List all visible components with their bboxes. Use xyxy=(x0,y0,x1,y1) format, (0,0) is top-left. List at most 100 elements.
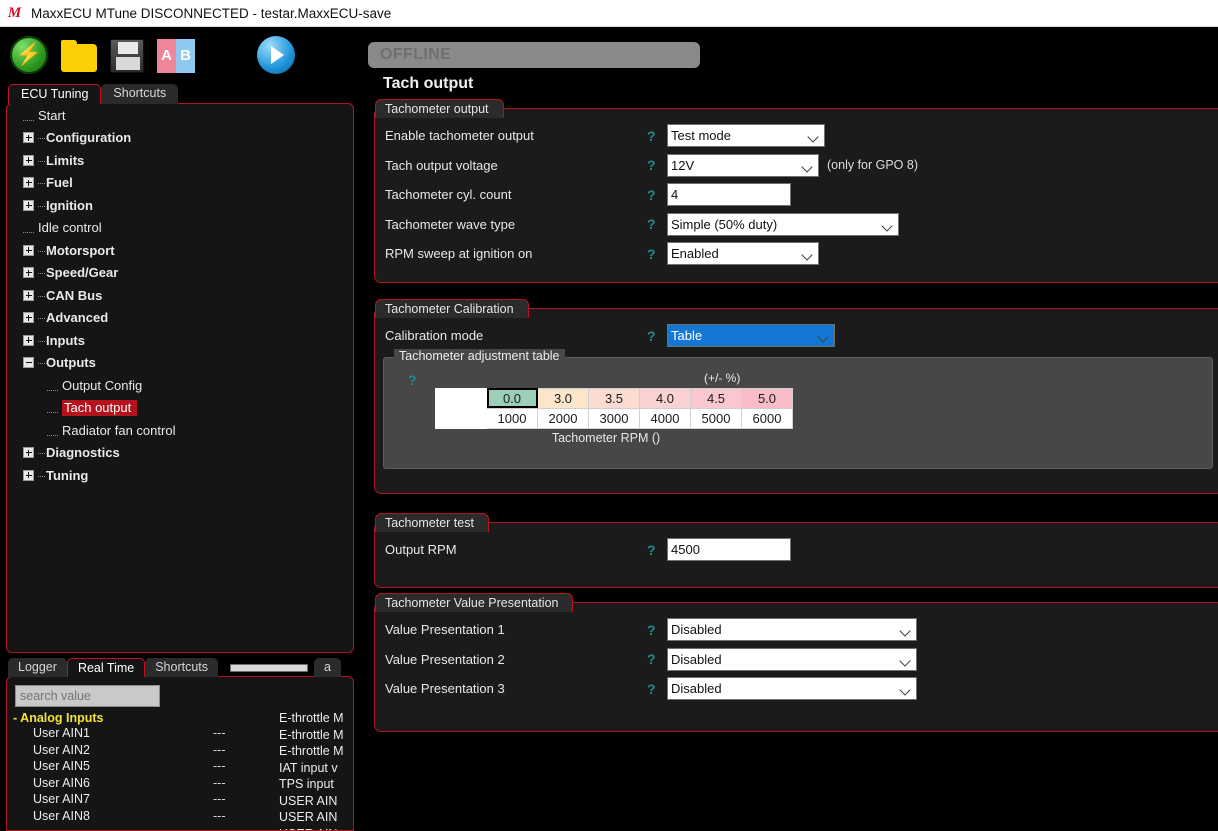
field-input[interactable] xyxy=(667,538,791,562)
tree-item-advanced[interactable]: Advanced xyxy=(7,307,353,330)
field-select[interactable]: Disabled xyxy=(667,647,917,671)
bottom-tab-real-time[interactable]: Real Time xyxy=(66,658,146,677)
tree-item-motorsport[interactable]: Motorsport xyxy=(7,239,353,262)
compare-icon[interactable]: A B xyxy=(157,39,195,73)
tree-item-speed-gear[interactable]: Speed/Gear xyxy=(7,262,353,285)
field-select[interactable]: Enabled xyxy=(667,242,819,266)
table-row-values: 0.0 3.0 3.5 4.0 4.5 5.0 xyxy=(435,387,793,409)
section-legend: Tachometer output xyxy=(375,99,504,118)
help-icon[interactable]: ? xyxy=(408,372,417,388)
tree-item-can-bus[interactable]: CAN Bus xyxy=(7,284,353,307)
list-item-secondary[interactable]: E-throttle M xyxy=(279,711,353,728)
help-icon[interactable]: ? xyxy=(647,622,667,638)
tree-item-diagnostics[interactable]: Diagnostics xyxy=(7,442,353,465)
list-item-secondary[interactable]: TPS input xyxy=(279,777,353,794)
list-item-name: User AIN2 xyxy=(33,742,90,757)
tree-item-outputs[interactable]: Outputs xyxy=(7,352,353,375)
search-input[interactable] xyxy=(15,685,160,707)
tree-item-fuel[interactable]: Fuel xyxy=(7,172,353,195)
list-item-name: User AIN7 xyxy=(33,792,90,807)
tree-item-limits[interactable]: Limits xyxy=(7,149,353,172)
field-select[interactable]: Simple (50% duty) xyxy=(667,212,899,236)
tab-shortcuts[interactable]: Shortcuts xyxy=(101,84,179,104)
field-select[interactable]: Disabled xyxy=(667,618,917,642)
bottom-tab-logger[interactable]: Logger xyxy=(8,658,67,677)
group-toggle-icon[interactable]: - xyxy=(13,711,17,725)
compare-b-label: B xyxy=(176,39,195,73)
field-row: Output RPM? xyxy=(375,535,1218,565)
field-select[interactable]: Disabled xyxy=(667,677,917,701)
list-item-name: User AIN5 xyxy=(33,759,90,774)
table-value-cell[interactable]: 3.0 xyxy=(537,387,589,409)
expand-icon[interactable] xyxy=(23,177,34,189)
help-icon[interactable]: ? xyxy=(647,128,667,144)
list-item-secondary[interactable]: IAT input v xyxy=(279,761,353,778)
tree-item-start[interactable]: Start xyxy=(7,104,353,127)
help-icon[interactable]: ? xyxy=(647,681,667,697)
collapse-icon[interactable] xyxy=(23,357,34,369)
expand-icon[interactable] xyxy=(23,289,34,301)
bottom-tab-shortcuts[interactable]: Shortcuts xyxy=(145,658,219,677)
help-icon[interactable]: ? xyxy=(647,246,667,262)
tree-item-inputs[interactable]: Inputs xyxy=(7,329,353,352)
table-axis-cell[interactable]: 5000 xyxy=(690,407,742,429)
bottom-tab-a[interactable]: a xyxy=(314,658,341,677)
table-axis-cell[interactable]: 3000 xyxy=(588,407,640,429)
navigation-tree[interactable]: Start Configuration Limits Fuel Ignition Idle… xyxy=(6,103,354,653)
table-value-cell[interactable]: 0.0 xyxy=(486,387,538,409)
help-icon[interactable]: ? xyxy=(647,542,667,558)
calibration-mode-select[interactable]: Table xyxy=(667,324,835,348)
table-value-cell[interactable]: 3.5 xyxy=(588,387,640,409)
tree-item-tuning[interactable]: Tuning xyxy=(7,464,353,487)
expand-icon[interactable] xyxy=(23,312,34,324)
help-icon[interactable]: ? xyxy=(647,328,667,344)
tachometer-adjustment-table[interactable]: 0.0 3.0 3.5 4.0 4.5 5.0 1000 2000 3000 4000 5000 6… xyxy=(435,387,793,429)
help-icon[interactable]: ? xyxy=(647,651,667,667)
field-select[interactable]: Test mode xyxy=(667,124,825,148)
list-item-secondary[interactable]: USER AIN xyxy=(279,810,353,827)
expand-icon[interactable] xyxy=(23,154,34,166)
tree-item-tach-output[interactable]: Tach output xyxy=(7,397,353,420)
connect-icon[interactable] xyxy=(10,36,48,74)
table-value-cell[interactable]: 4.0 xyxy=(639,387,691,409)
table-value-cell[interactable]: 5.0 xyxy=(741,387,793,409)
expand-icon[interactable] xyxy=(23,199,34,211)
table-axis-cell[interactable]: 4000 xyxy=(639,407,691,429)
tree-item-configuration[interactable]: Configuration xyxy=(7,127,353,150)
tree-item-idle-control[interactable]: Idle control xyxy=(7,217,353,240)
expand-icon[interactable] xyxy=(23,132,34,144)
table-unit-label: (+/- %) xyxy=(704,370,741,385)
table-axis-cell[interactable]: 1000 xyxy=(486,407,538,429)
expand-icon[interactable] xyxy=(23,267,34,279)
help-icon[interactable]: ? xyxy=(647,157,667,173)
field-input[interactable] xyxy=(667,183,791,207)
table-value-cell[interactable]: 4.5 xyxy=(690,387,742,409)
run-icon[interactable] xyxy=(257,36,295,74)
section-legend: Tachometer Calibration xyxy=(375,299,529,318)
tab-ecu-tuning[interactable]: ECU Tuning xyxy=(8,84,102,104)
help-icon[interactable]: ? xyxy=(647,187,667,203)
expand-icon[interactable] xyxy=(23,447,34,459)
field-select[interactable]: 12V xyxy=(667,153,819,177)
table-axis-cell[interactable]: 2000 xyxy=(537,407,589,429)
list-item-secondary[interactable]: E-throttle M xyxy=(279,728,353,745)
open-icon[interactable] xyxy=(61,39,97,72)
list-item-secondary[interactable]: USER AIN xyxy=(279,827,353,831)
expand-icon[interactable] xyxy=(23,469,34,481)
table-axis-cell[interactable]: 6000 xyxy=(741,407,793,429)
field-label: Value Presentation 1 xyxy=(385,622,505,638)
list-item-secondary[interactable]: USER AIN xyxy=(279,794,353,811)
tree-item-ignition[interactable]: Ignition xyxy=(7,194,353,217)
expand-icon[interactable] xyxy=(23,334,34,346)
tree-item-radiator-fan-control[interactable]: Radiator fan control xyxy=(7,419,353,442)
progress-bar[interactable] xyxy=(230,664,309,672)
expand-icon[interactable] xyxy=(23,244,34,256)
field-label: Value Presentation 3 xyxy=(385,681,505,697)
tree-item-output-config[interactable]: Output Config xyxy=(7,374,353,397)
save-icon[interactable] xyxy=(110,39,144,73)
help-icon[interactable]: ? xyxy=(647,216,667,232)
list-item-secondary[interactable]: E-throttle M xyxy=(279,744,353,761)
list-item-name: User AIN6 xyxy=(33,775,90,790)
bottom-tab-strip: Logger Real Time Shortcuts a xyxy=(8,658,341,677)
tree-item-label: Motorsport xyxy=(46,242,115,258)
